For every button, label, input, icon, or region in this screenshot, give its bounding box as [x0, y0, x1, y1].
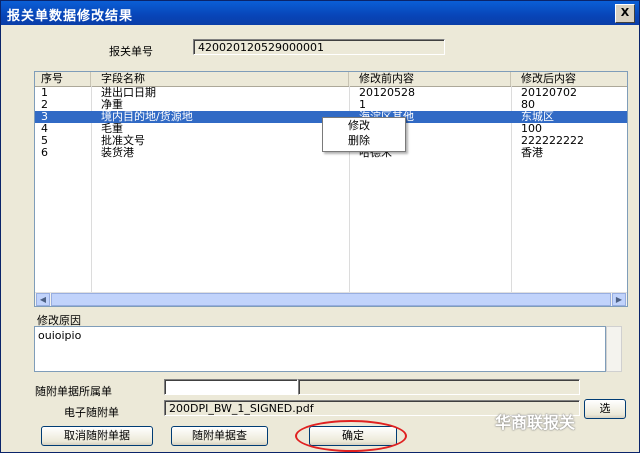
col-header-after[interactable]: 修改后内容	[511, 72, 627, 86]
attachment-belong-input[interactable]	[164, 379, 298, 395]
reason-scrollbar[interactable]	[606, 326, 622, 372]
dialog-window: 报关单数据修改结果 X 报关单号 420020120529000001 序号 字…	[0, 0, 640, 453]
col-header-before[interactable]: 修改前内容	[349, 72, 511, 86]
highlight-ring	[295, 420, 407, 452]
reason-textarea[interactable]: ouioipio	[34, 326, 606, 372]
close-button[interactable]: X	[615, 4, 635, 23]
list-header: 序号 字段名称 修改前内容 修改后内容	[35, 72, 627, 87]
table-cell: 香港	[521, 146, 543, 159]
horizontal-scrollbar[interactable]: ◀ ▶	[35, 292, 627, 306]
watermark: 华商联报关	[495, 413, 576, 432]
scroll-thumb[interactable]	[51, 293, 611, 306]
col-header-index[interactable]: 序号	[35, 72, 91, 86]
title-bar: 报关单数据修改结果 X	[1, 1, 639, 25]
table-cell: 6	[41, 146, 48, 159]
table-row[interactable]: 1 进出口日期 20120528 20120702	[35, 87, 627, 99]
scroll-left-icon[interactable]: ◀	[36, 293, 50, 306]
scroll-right-icon[interactable]: ▶	[612, 293, 626, 306]
select-file-button[interactable]: 选	[584, 399, 626, 419]
table-cell: 装货港	[101, 146, 134, 159]
declaration-number-field: 420020120529000001	[193, 39, 445, 55]
attachment-belong-extra	[298, 379, 580, 395]
edoc-label: 电子随附单	[64, 406, 119, 419]
window-title: 报关单数据修改结果	[7, 9, 134, 24]
context-menu-item-delete[interactable]: 删除	[323, 133, 405, 148]
context-menu-item-edit[interactable]: 修改	[323, 118, 405, 133]
table-cell: 20120528	[359, 86, 415, 99]
declaration-label: 报关单号	[109, 45, 153, 58]
attachment-belong-label: 随附单据所属单	[35, 385, 112, 398]
col-header-field[interactable]: 字段名称	[91, 72, 349, 86]
context-menu: 修改 删除	[322, 117, 406, 152]
field-change-list[interactable]: 序号 字段名称 修改前内容 修改后内容 1 进出口日期 20120528 201207…	[34, 71, 628, 307]
query-attachment-button[interactable]: 随附单据查	[171, 426, 268, 446]
cancel-attachment-button[interactable]: 取消随附单据	[41, 426, 153, 446]
